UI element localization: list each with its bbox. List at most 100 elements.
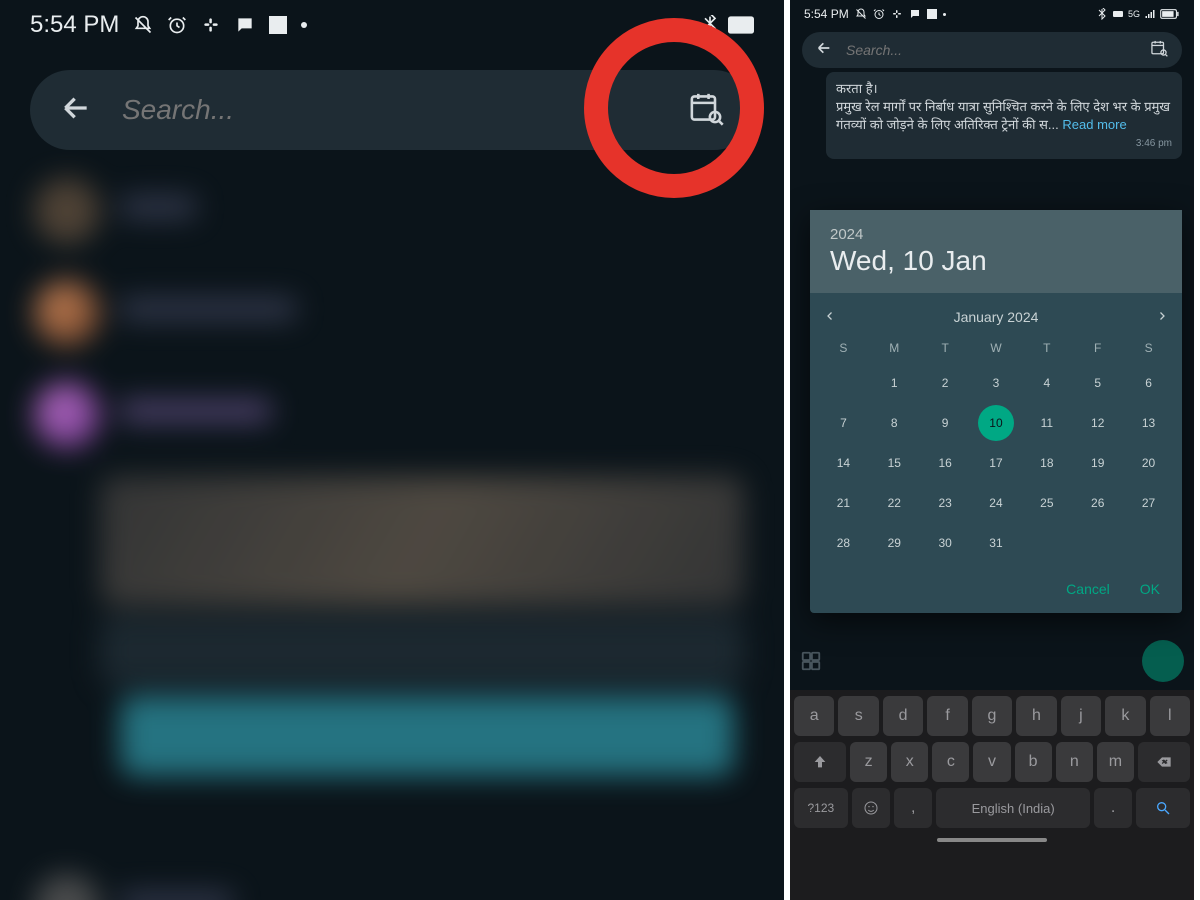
dp-day[interactable]: 10 bbox=[978, 405, 1014, 441]
dp-day[interactable]: 17 bbox=[978, 445, 1014, 481]
kb-key[interactable]: v bbox=[973, 742, 1010, 782]
status-bar-r: 5:54 PM 5G bbox=[790, 0, 1194, 28]
search-input[interactable] bbox=[122, 94, 658, 126]
kb-key[interactable]: h bbox=[1016, 696, 1056, 736]
more-dot bbox=[301, 22, 307, 28]
backspace-key[interactable] bbox=[1138, 742, 1190, 782]
kb-key[interactable]: b bbox=[1015, 742, 1052, 782]
dp-day[interactable]: 14 bbox=[825, 445, 861, 481]
dp-day[interactable]: 18 bbox=[1029, 445, 1065, 481]
dp-grid: SMTWTFS123456789101112131415161718192021… bbox=[810, 335, 1182, 571]
highlight-circle bbox=[584, 18, 764, 198]
dp-day[interactable]: 19 bbox=[1080, 445, 1116, 481]
screenshot-right: 5:54 PM 5G करता है। प्रमुख रेल मार्गों bbox=[790, 0, 1194, 900]
dp-month-nav: January 2024 bbox=[810, 293, 1182, 335]
ok-button[interactable]: OK bbox=[1140, 581, 1160, 597]
dp-actions: Cancel OK bbox=[810, 571, 1182, 613]
message-time: 3:46 pm bbox=[836, 137, 1172, 151]
kb-key[interactable]: m bbox=[1097, 742, 1134, 782]
chat-list-blurred bbox=[0, 160, 784, 900]
search-key[interactable] bbox=[1136, 788, 1190, 828]
dp-day[interactable]: 11 bbox=[1029, 405, 1065, 441]
dp-year[interactable]: 2024 bbox=[830, 226, 1162, 243]
kb-key[interactable]: n bbox=[1056, 742, 1093, 782]
dp-day[interactable]: 27 bbox=[1131, 485, 1167, 521]
kb-key[interactable]: c bbox=[932, 742, 969, 782]
dp-day[interactable]: 12 bbox=[1080, 405, 1116, 441]
kb-key[interactable]: l bbox=[1150, 696, 1190, 736]
dp-day[interactable]: 9 bbox=[927, 405, 963, 441]
dp-day[interactable]: 2 bbox=[927, 365, 963, 401]
dp-full-date[interactable]: Wed, 10 Jan bbox=[830, 245, 1162, 277]
back-arrow-icon[interactable] bbox=[60, 92, 92, 129]
dp-day[interactable]: 31 bbox=[978, 525, 1014, 561]
dp-day[interactable]: 13 bbox=[1131, 405, 1167, 441]
network-5g: 5G bbox=[1128, 9, 1140, 19]
screenshot-left: 5:54 PM bbox=[0, 0, 790, 900]
mute-icon bbox=[855, 8, 867, 20]
read-more-link[interactable]: Read more bbox=[1062, 117, 1126, 132]
app-icon bbox=[927, 9, 937, 19]
kb-key[interactable]: g bbox=[972, 696, 1012, 736]
shift-key[interactable] bbox=[794, 742, 846, 782]
more-dot bbox=[943, 13, 946, 16]
dp-day[interactable]: 20 bbox=[1131, 445, 1167, 481]
dp-dow: S bbox=[820, 335, 867, 361]
dp-day[interactable]: 23 bbox=[927, 485, 963, 521]
dp-day[interactable]: 6 bbox=[1131, 365, 1167, 401]
back-arrow-icon[interactable] bbox=[816, 40, 832, 61]
message-bubble: करता है। प्रमुख रेल मार्गों पर निर्बाध य… bbox=[826, 72, 1182, 159]
mute-icon bbox=[133, 15, 153, 35]
space-key[interactable]: English (India) bbox=[936, 788, 1089, 828]
dp-month-label[interactable]: January 2024 bbox=[954, 309, 1039, 325]
date-picker: 2024 Wed, 10 Jan January 2024 SMTWTFS123… bbox=[810, 210, 1182, 613]
dp-day[interactable]: 8 bbox=[876, 405, 912, 441]
dp-dow: M bbox=[871, 335, 918, 361]
prev-month-icon[interactable] bbox=[824, 309, 836, 325]
kb-key[interactable]: f bbox=[927, 696, 967, 736]
cancel-button[interactable]: Cancel bbox=[1066, 581, 1110, 597]
dp-dow: W bbox=[973, 335, 1020, 361]
kb-key[interactable]: d bbox=[883, 696, 923, 736]
dp-day[interactable]: 25 bbox=[1029, 485, 1065, 521]
volte-icon bbox=[1112, 8, 1124, 20]
dp-day[interactable]: 24 bbox=[978, 485, 1014, 521]
next-month-icon[interactable] bbox=[1156, 309, 1168, 325]
kb-key[interactable]: k bbox=[1105, 696, 1145, 736]
battery-icon bbox=[1160, 8, 1180, 20]
status-time-r: 5:54 PM bbox=[804, 7, 849, 21]
search-input-r[interactable] bbox=[846, 42, 1136, 58]
numbers-key[interactable]: ?123 bbox=[794, 788, 848, 828]
dp-day[interactable]: 3 bbox=[978, 365, 1014, 401]
dp-day[interactable]: 7 bbox=[825, 405, 861, 441]
message-line1: करता है। bbox=[836, 80, 1172, 98]
kb-key[interactable]: a bbox=[794, 696, 834, 736]
dp-day[interactable]: 21 bbox=[825, 485, 861, 521]
dp-day[interactable]: 26 bbox=[1080, 485, 1116, 521]
date-picker-header: 2024 Wed, 10 Jan bbox=[810, 210, 1182, 293]
dot-key[interactable]: . bbox=[1094, 788, 1132, 828]
dp-dow: S bbox=[1125, 335, 1172, 361]
kb-row-2: asdfghjkl bbox=[794, 696, 1190, 736]
dp-day[interactable]: 22 bbox=[876, 485, 912, 521]
dp-day[interactable]: 29 bbox=[876, 525, 912, 561]
dp-dow: T bbox=[1023, 335, 1070, 361]
send-button[interactable] bbox=[1142, 640, 1184, 682]
dp-day[interactable]: 5 bbox=[1080, 365, 1116, 401]
kb-key[interactable]: z bbox=[850, 742, 887, 782]
comma-key[interactable]: , bbox=[894, 788, 932, 828]
dp-day[interactable]: 15 bbox=[876, 445, 912, 481]
kb-key[interactable]: j bbox=[1061, 696, 1101, 736]
kb-key[interactable]: s bbox=[838, 696, 878, 736]
dp-day[interactable]: 30 bbox=[927, 525, 963, 561]
kb-row-3: zxcvbnm bbox=[794, 742, 1190, 782]
kb-row-4: ?123 , English (India) . bbox=[794, 788, 1190, 828]
emoji-key[interactable] bbox=[852, 788, 890, 828]
calendar-search-icon[interactable] bbox=[1150, 39, 1168, 62]
kb-key[interactable]: x bbox=[891, 742, 928, 782]
dp-day[interactable]: 16 bbox=[927, 445, 963, 481]
dp-day[interactable]: 1 bbox=[876, 365, 912, 401]
dp-day[interactable]: 28 bbox=[825, 525, 861, 561]
dp-day[interactable]: 4 bbox=[1029, 365, 1065, 401]
sticker-icon[interactable] bbox=[800, 650, 822, 672]
